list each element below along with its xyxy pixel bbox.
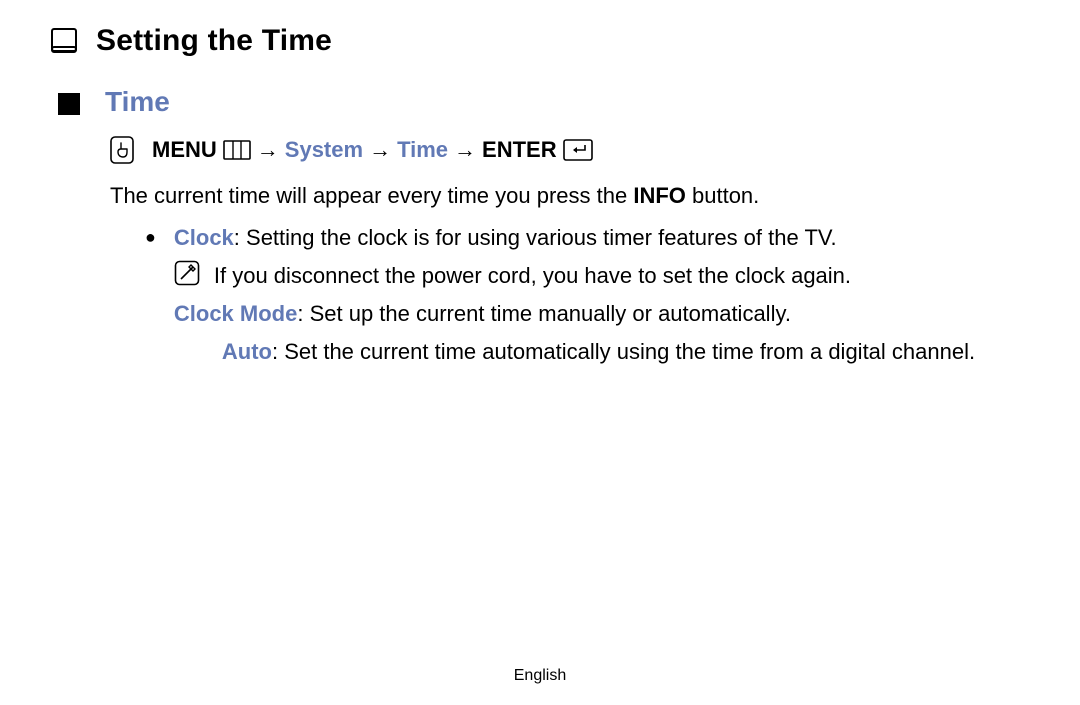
heading-row: Setting the Time xyxy=(50,24,1030,58)
square-bullet-icon xyxy=(58,93,80,115)
enter-label: ENTER xyxy=(482,137,557,163)
auto-desc: : Set the current time automatically usi… xyxy=(272,339,975,364)
note-row: If you disconnect the power cord, you ha… xyxy=(174,260,1030,292)
clockmode-line: Clock Mode: Set up the current time manu… xyxy=(174,298,1030,330)
bullet-content: Clock: Setting the clock is for using va… xyxy=(174,222,1030,368)
section-row: Time xyxy=(58,86,1030,118)
intro-post: button. xyxy=(686,183,759,208)
manual-page: Setting the Time Time MENU → System → Ti… xyxy=(0,0,1080,705)
clock-label: Clock xyxy=(174,225,234,250)
clock-desc: : Setting the clock is for using various… xyxy=(234,225,837,250)
arrow-icon: → xyxy=(369,137,391,163)
enter-icon xyxy=(563,139,593,161)
note-icon xyxy=(174,260,200,286)
intro-text: The current time will appear every time … xyxy=(110,180,1030,212)
section-title: Time xyxy=(105,86,170,118)
info-button-label: INFO xyxy=(633,183,686,208)
menu-icon xyxy=(223,140,251,160)
page-footer: English xyxy=(0,667,1080,685)
path-system: System xyxy=(285,137,363,163)
auto-label: Auto xyxy=(222,339,272,364)
arrow-icon: → xyxy=(257,137,279,163)
heading-text: Setting the Time xyxy=(96,24,332,58)
path-time: Time xyxy=(397,137,448,163)
arrow-icon: → xyxy=(454,137,476,163)
bullet-icon: ● xyxy=(145,222,156,368)
menu-label: MENU xyxy=(152,137,217,163)
note-text: If you disconnect the power cord, you ha… xyxy=(214,260,851,292)
intro-pre: The current time will appear every time … xyxy=(110,183,633,208)
hand-icon xyxy=(110,136,134,164)
clock-bullet: ● Clock: Setting the clock is for using … xyxy=(145,222,1030,368)
menu-path: MENU → System → Time → ENTER xyxy=(110,136,1030,164)
clockmode-label: Clock Mode xyxy=(174,301,297,326)
auto-block: Auto: Set the current time automatically… xyxy=(222,336,1030,368)
clockmode-desc: : Set up the current time manually or au… xyxy=(297,301,791,326)
book-icon xyxy=(50,27,78,55)
clock-line: Clock: Setting the clock is for using va… xyxy=(174,222,1030,254)
